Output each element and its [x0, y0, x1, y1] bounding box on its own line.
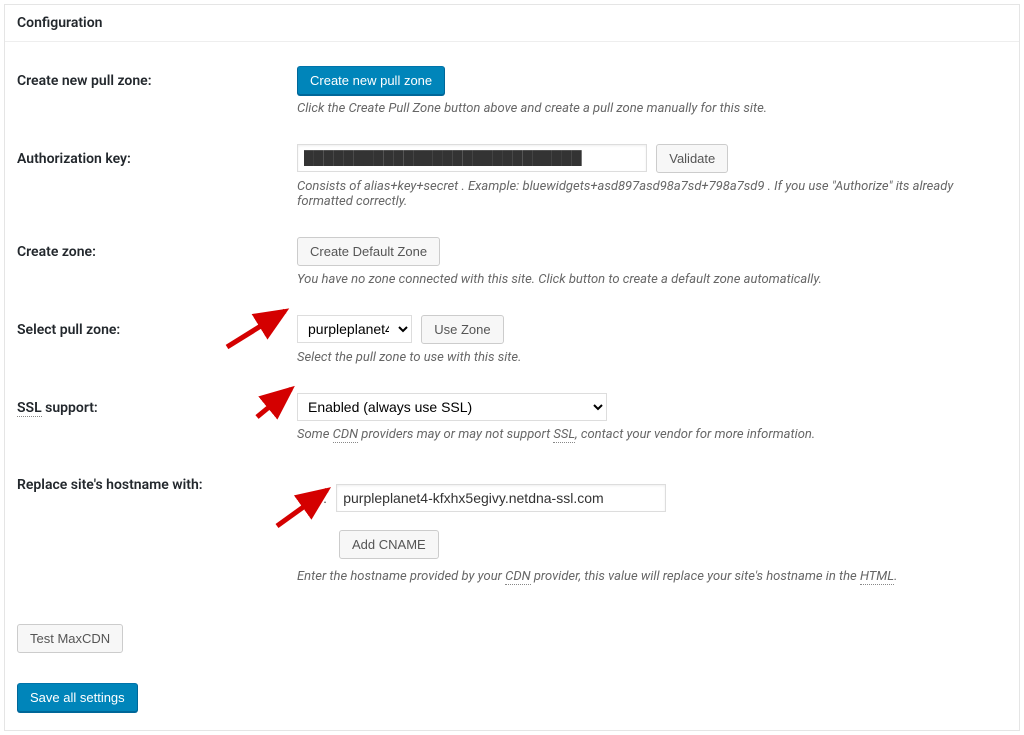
desc-text: , contact your vendor for more informati…	[575, 427, 815, 442]
ssl-label-text: support:	[42, 400, 98, 416]
add-cname-button[interactable]: Add CNAME	[339, 530, 439, 559]
ssl-acronym: SSL	[553, 427, 575, 443]
label-create-zone: Create zone:	[17, 223, 297, 301]
cdn-acronym: CDN	[505, 569, 530, 585]
ssl-support-select[interactable]: Enabled (always use SSL)	[297, 393, 607, 421]
row-authorization-key: Authorization key: Validate Consists of …	[17, 130, 1007, 223]
ssl-acronym: SSL	[17, 400, 42, 417]
row-select-pull-zone: Select pull zone: purpleplanet4 Use Zone…	[17, 301, 1007, 379]
desc-ssl-support: Some CDN providers may or may not suppor…	[297, 427, 1007, 442]
cname-input[interactable]	[336, 484, 666, 512]
cdn-acronym: CDN	[333, 427, 358, 443]
form-table: Create new pull zone: Create new pull zo…	[17, 52, 1007, 598]
desc-create-pull-zone: Click the Create Pull Zone button above …	[297, 101, 1007, 116]
cname-number: 1.	[297, 491, 333, 507]
create-default-zone-button[interactable]: Create Default Zone	[297, 237, 440, 266]
row-create-pull-zone: Create new pull zone: Create new pull zo…	[17, 52, 1007, 130]
desc-create-zone: You have no zone connected with this sit…	[297, 272, 1007, 287]
row-replace-hostname: Replace site's hostname with: 1. Add CNA…	[17, 456, 1007, 598]
label-authorization-key: Authorization key:	[17, 130, 297, 223]
label-replace-hostname: Replace site's hostname with:	[17, 456, 297, 598]
panel-title: Configuration	[5, 5, 1019, 42]
create-pull-zone-button[interactable]: Create new pull zone	[297, 66, 445, 95]
config-panel: Configuration Create new pull zone: Crea…	[4, 4, 1020, 731]
html-acronym: HTML	[860, 569, 894, 585]
desc-text: Some	[297, 427, 333, 442]
desc-text: .	[894, 569, 897, 584]
desc-authorization-key: Consists of alias+key+secret . Example: …	[297, 179, 1007, 209]
panel-body: Create new pull zone: Create new pull zo…	[5, 42, 1019, 730]
desc-select-pull-zone: Select the pull zone to use with this si…	[297, 350, 1007, 365]
label-create-pull-zone: Create new pull zone:	[17, 52, 297, 130]
label-ssl-support: SSL support:	[17, 379, 297, 456]
desc-text: provider, this value will replace your s…	[531, 569, 860, 584]
desc-text: Enter the hostname provided by your	[297, 569, 505, 584]
row-ssl-support: SSL support: Enabled (always use SSL) So…	[17, 379, 1007, 456]
row-create-zone: Create zone: Create Default Zone You hav…	[17, 223, 1007, 301]
label-select-pull-zone: Select pull zone:	[17, 301, 297, 379]
use-zone-button[interactable]: Use Zone	[421, 315, 503, 344]
validate-button[interactable]: Validate	[656, 144, 728, 173]
pull-zone-select[interactable]: purpleplanet4	[297, 315, 412, 343]
desc-replace-hostname: Enter the hostname provided by your CDN …	[297, 569, 1007, 584]
save-all-settings-button[interactable]: Save all settings	[17, 683, 138, 712]
test-maxcdn-button[interactable]: Test MaxCDN	[17, 624, 123, 653]
desc-text: providers may or may not support	[358, 427, 553, 442]
authorization-key-input[interactable]	[297, 144, 647, 172]
